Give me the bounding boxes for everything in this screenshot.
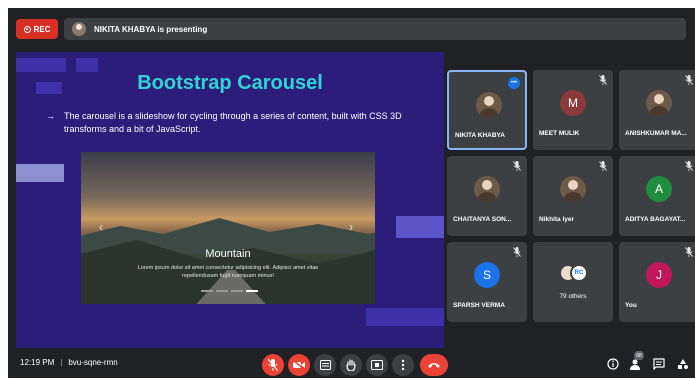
more-options-button[interactable] — [392, 354, 414, 376]
more-vert-icon — [401, 359, 405, 371]
participant-tile[interactable]: CHAITANYA SON... — [447, 156, 527, 236]
recording-badge: REC — [16, 19, 58, 39]
clock-time: 12:19 PM — [20, 358, 55, 367]
mic-off-icon — [268, 359, 278, 371]
leave-call-button[interactable] — [420, 354, 448, 376]
slide-bullet: → The carousel is a slideshow for cyclin… — [46, 110, 426, 136]
slide-decoration — [16, 164, 64, 182]
participant-name: ANISHKUMAR MA... — [625, 130, 687, 137]
participant-tile[interactable]: ANISHKUMAR MA... — [619, 70, 695, 150]
recording-label: REC — [33, 24, 51, 34]
mic-off-icon — [685, 161, 693, 171]
participant-name: You — [625, 302, 637, 309]
participant-name: CHAITANYA SON... — [453, 216, 512, 223]
meeting-code: bvu-sqne-rmn — [68, 358, 118, 367]
top-bar: REC NIKITA KHABYA is presenting — [8, 8, 695, 48]
participant-name: SPARSH VERMA — [453, 302, 505, 309]
participant-name: ADITYA BAGAYAT... — [625, 216, 686, 223]
chat-icon — [653, 358, 665, 370]
participant-count-badge: 88 — [634, 351, 644, 360]
captions-icon — [319, 360, 331, 370]
activities-button[interactable] — [676, 357, 690, 371]
slide-decoration — [396, 216, 444, 238]
meet-window: REC NIKITA KHABYA is presenting Bootstra… — [8, 8, 695, 378]
bottom-bar: 12:19 PM | bvu-sqne-rmn 88 — [8, 348, 695, 378]
avatar: S — [474, 262, 500, 288]
chevron-left-icon[interactable]: ‹ — [99, 220, 103, 234]
meeting-details-button[interactable] — [606, 357, 620, 371]
separator: | — [60, 358, 63, 367]
present-screen-button[interactable] — [366, 354, 388, 376]
mic-off-icon — [599, 161, 607, 171]
participant-tile[interactable]: A ADITYA BAGAYAT... — [619, 156, 695, 236]
speaking-indicator-icon: ••• — [508, 77, 520, 89]
info-icon — [607, 358, 619, 370]
participant-tile[interactable]: J You — [619, 242, 695, 322]
participant-tile[interactable]: Nikhita Iyer — [533, 156, 613, 236]
camera-off-icon — [293, 360, 305, 370]
participant-tile[interactable]: NIKITA KHABYA ••• — [447, 70, 527, 150]
slide-decoration — [76, 58, 98, 72]
avatar: A — [646, 176, 672, 202]
slide-title: Bootstrap Carousel — [137, 72, 323, 94]
meeting-info: 12:19 PM | bvu-sqne-rmn — [20, 358, 118, 367]
raise-hand-button[interactable] — [340, 354, 362, 376]
carousel-indicator[interactable] — [216, 290, 228, 292]
avatar — [560, 176, 586, 202]
participant-tile[interactable]: RC 79 others — [533, 242, 613, 322]
hand-icon — [346, 359, 356, 371]
slide-decoration — [366, 308, 444, 326]
carousel-caption-text: Lorem ipsum dolor sit amet consectetur a… — [137, 265, 319, 279]
mic-off-icon — [513, 247, 521, 257]
call-end-icon — [428, 363, 440, 368]
participant-tile[interactable]: M MEET MULIK — [533, 70, 613, 150]
arrow-right-icon: → — [46, 111, 55, 121]
avatar — [646, 90, 672, 116]
chevron-right-icon[interactable]: › — [349, 220, 353, 234]
slide-bullet-text: The carousel is a slideshow for cycling … — [64, 111, 402, 134]
avatar: RC — [570, 264, 588, 282]
others-count: 79 others — [559, 293, 587, 300]
others-avatar-stack: RC — [559, 262, 589, 284]
mic-off-icon — [685, 75, 693, 85]
mic-off-button[interactable] — [262, 354, 284, 376]
present-icon — [371, 360, 383, 370]
carousel-caption-title: Mountain — [205, 248, 251, 260]
mic-off-icon — [685, 247, 693, 257]
avatar: J — [646, 262, 672, 288]
mic-off-icon — [513, 161, 521, 171]
presenting-banner: NIKITA KHABYA is presenting — [64, 18, 686, 40]
participant-name: Nikhita Iyer — [539, 216, 575, 223]
presentation-screen: Bootstrap Carousel → The carousel is a s… — [16, 52, 444, 348]
presenting-text: NIKITA KHABYA is presenting — [94, 24, 208, 34]
slide-decoration — [16, 58, 66, 72]
avatar — [474, 176, 500, 202]
carousel-indicator[interactable] — [231, 290, 243, 292]
avatar — [476, 92, 502, 118]
presenter-avatar — [72, 22, 86, 36]
carousel-image: ‹ › Mountain Lorem ipsum dolor sit amet … — [81, 152, 375, 304]
carousel-indicator[interactable] — [201, 290, 213, 292]
carousel-indicators — [201, 290, 258, 292]
carousel-indicator-active[interactable] — [246, 290, 258, 292]
people-button[interactable]: 88 — [628, 351, 644, 371]
shapes-icon — [678, 359, 688, 369]
record-icon — [23, 25, 31, 33]
avatar: M — [560, 90, 586, 116]
participant-name: MEET MULIK — [539, 130, 580, 137]
camera-off-button[interactable] — [288, 354, 310, 376]
participant-name: NIKITA KHABYA — [455, 132, 505, 139]
participant-tile[interactable]: S SPARSH VERMA — [447, 242, 527, 322]
chat-button[interactable] — [652, 357, 666, 371]
mic-off-icon — [599, 75, 607, 85]
captions-button[interactable] — [314, 354, 336, 376]
